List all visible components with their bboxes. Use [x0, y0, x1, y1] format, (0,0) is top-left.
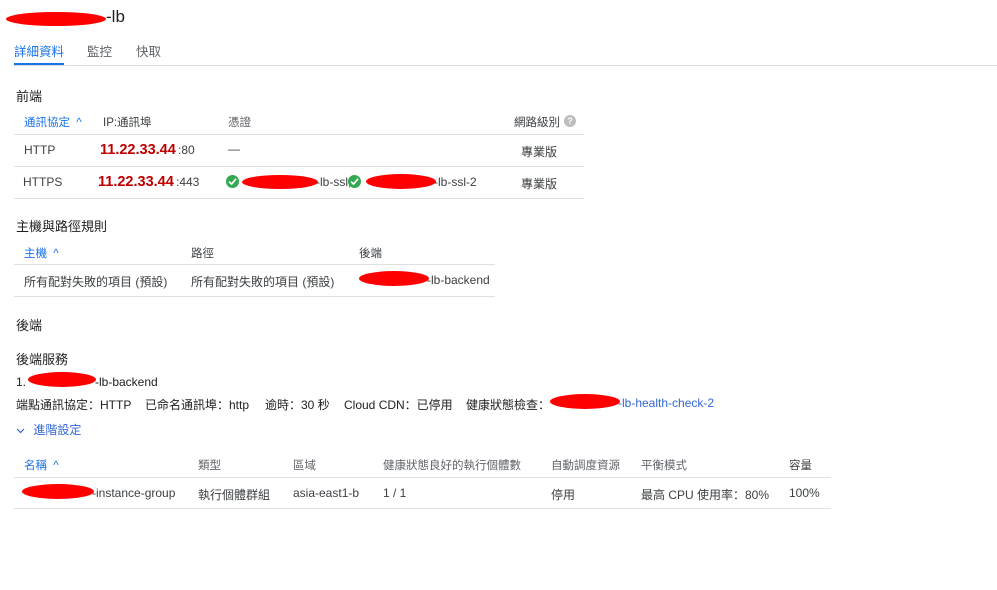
frontend-col-protocol-label: 通訊協定 — [24, 117, 70, 129]
backend-service-index: 1. — [16, 375, 27, 389]
frontend-row2-protocol: HTTPS — [23, 175, 63, 189]
ig-col-type: 類型 — [198, 460, 221, 472]
redaction-mark — [6, 12, 106, 26]
tab-details[interactable]: 詳細資料 — [14, 41, 64, 60]
frontend-row2-tier: 專業版 — [521, 177, 558, 191]
frontend-heading: 前端 — [16, 89, 43, 104]
frontend-col-ip-port: IP:通訊埠 — [103, 117, 152, 129]
health-check-label: 健康狀態檢查： — [466, 398, 551, 412]
ig-row-autoscaling: 停用 — [551, 488, 576, 502]
frontend-col-network-tier: 網路級別 — [514, 117, 560, 129]
sort-ascending-icon: ^ — [53, 460, 59, 472]
frontend-row1-tier: 專業版 — [521, 145, 558, 159]
frontend-row-rule — [14, 166, 584, 167]
redaction-mark — [28, 372, 96, 387]
ig-row-name: -instance-group — [92, 486, 176, 500]
redaction-mark — [22, 484, 94, 499]
frontend-header-rule — [14, 134, 584, 135]
host-col-backend: 後端 — [359, 248, 382, 260]
ig-header-rule — [14, 477, 831, 478]
ig-col-healthy: 健康狀態良好的執行個體數 — [383, 460, 521, 472]
health-check-link[interactable]: -lb-health-check-2 — [618, 396, 714, 410]
host-row-host: 所有配對失敗的項目 (預設) — [24, 275, 168, 289]
host-path-heading: 主機與路徑規則 — [16, 219, 108, 234]
named-port: 已命名通訊埠：http — [145, 398, 250, 412]
ig-row-balancing: 最高 CPU 使用率：80% — [641, 488, 770, 502]
cloud-cdn-status: Cloud CDN：已停用 — [344, 398, 453, 412]
ig-col-name[interactable]: 名稱 ^ — [24, 457, 59, 473]
check-circle-icon — [348, 175, 361, 188]
timeout: 逾時：30 秒 — [265, 398, 330, 412]
frontend-row1-ip: 11.22.33.44 — [100, 142, 176, 158]
sort-ascending-icon: ^ — [53, 248, 59, 260]
frontend-row1-port: :80 — [178, 143, 195, 157]
host-col-host-label: 主機 — [24, 248, 47, 260]
tab-monitoring[interactable]: 監控 — [87, 41, 112, 60]
host-row-rule — [14, 296, 495, 297]
frontend-col-certificate: 憑證 — [228, 117, 251, 129]
tab-caching[interactable]: 快取 — [136, 41, 161, 60]
backend-service-name: -lb-backend — [95, 375, 158, 389]
frontend-col-protocol[interactable]: 通訊協定 ^ — [24, 114, 82, 130]
frontend-row2-ip: 11.22.33.44 — [98, 174, 174, 190]
redaction-mark — [359, 271, 429, 286]
frontend-row1-protocol: HTTP — [24, 143, 56, 157]
endpoint-protocol: 端點通訊協定：HTTP — [16, 398, 132, 412]
host-row-backend: -lb-backend — [427, 273, 490, 287]
ig-row-healthy: 1 / 1 — [383, 486, 407, 500]
frontend-row2-cert1: -lb-ssl, — [316, 175, 352, 189]
ig-col-name-label: 名稱 — [24, 460, 47, 472]
tab-divider — [14, 65, 997, 66]
ig-col-capacity: 容量 — [789, 460, 812, 472]
frontend-row2-port: :443 — [176, 175, 200, 189]
backend-heading: 後端 — [16, 318, 43, 333]
page-title: -lb — [106, 7, 125, 26]
ig-col-balancing: 平衡模式 — [641, 460, 687, 472]
ig-row-type: 執行個體群組 — [198, 488, 271, 502]
ig-row-region: asia-east1-b — [293, 486, 360, 500]
frontend-row1-certificate: — — [228, 142, 240, 156]
host-row-path: 所有配對失敗的項目 (預設) — [191, 275, 335, 289]
host-col-path: 路徑 — [191, 248, 214, 260]
ig-row-capacity: 100% — [789, 486, 820, 500]
frontend-row-rule — [14, 198, 584, 199]
advanced-settings-label: 進階設定 — [33, 423, 82, 437]
redaction-mark — [550, 394, 620, 409]
backend-services-heading: 後端服務 — [16, 352, 69, 367]
ig-col-autoscaling: 自動調度資源 — [551, 460, 620, 472]
ig-row-rule — [14, 508, 831, 509]
host-col-host[interactable]: 主機 ^ — [24, 245, 59, 261]
host-header-rule — [14, 264, 495, 265]
sort-ascending-icon: ^ — [76, 117, 82, 129]
advanced-settings-toggle[interactable]: 進階設定 — [16, 421, 81, 438]
chevron-down-icon — [16, 423, 26, 437]
help-icon[interactable]: ? — [564, 115, 576, 127]
frontend-row2-cert2: -lb-ssl-2 — [434, 175, 477, 189]
check-circle-icon — [226, 175, 239, 188]
redaction-mark — [366, 174, 436, 189]
redaction-mark — [242, 175, 318, 189]
ig-col-region: 區域 — [293, 460, 316, 472]
